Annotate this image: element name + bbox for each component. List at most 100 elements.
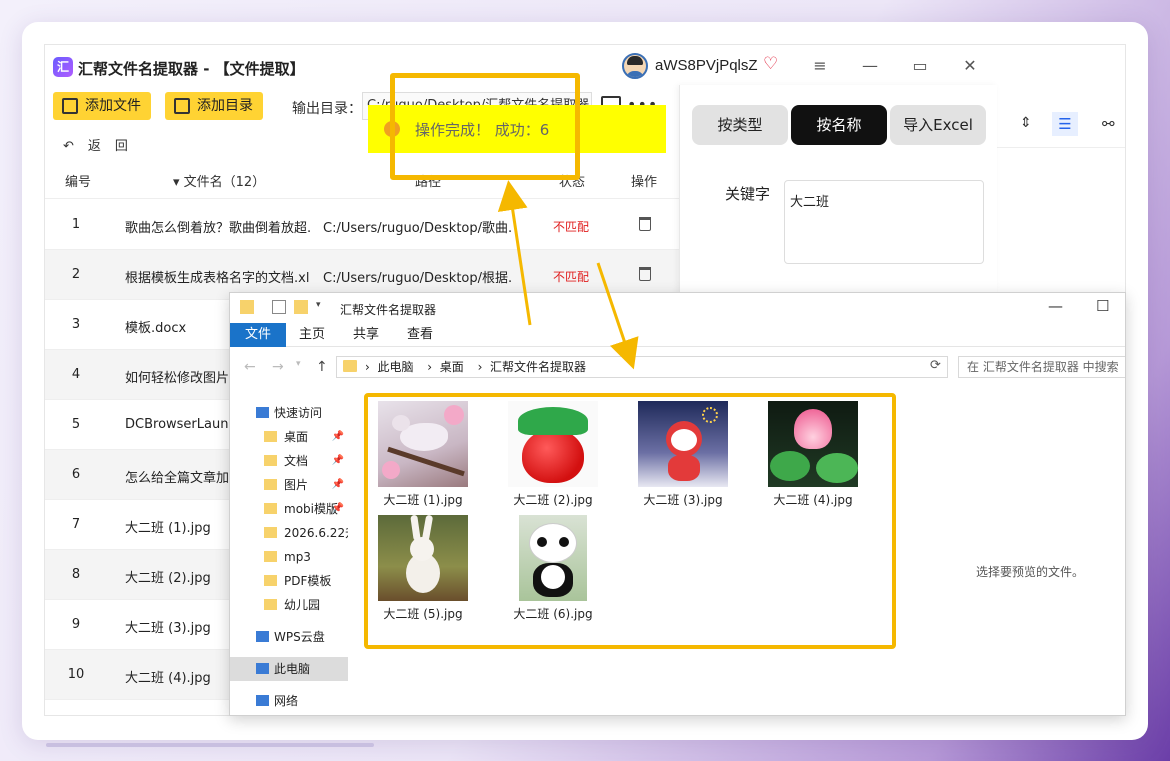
nav-item[interactable]: 此电脑 xyxy=(230,657,348,681)
file-name: 大二班 (2).jpg xyxy=(513,493,593,507)
ribbon: 文件 主页 共享 查看 xyxy=(230,323,1125,347)
address-row: ← → ▾ ↑ › 此电脑 › 桌面 › 汇帮文件名提取器 ⟳ 在 汇帮文件名提… xyxy=(230,353,1125,383)
nav-item[interactable]: 文档 📌 xyxy=(230,449,348,473)
list-view-icon[interactable]: ☰ xyxy=(1052,112,1078,136)
address-segment-desktop[interactable]: 桌面 xyxy=(440,360,464,374)
pin-icon: 📌 xyxy=(331,479,344,490)
row-number: 9 xyxy=(71,617,81,632)
nav-folder-icon xyxy=(256,663,269,674)
row-number: 3 xyxy=(71,317,81,332)
table-row[interactable]: 1 歌曲怎么倒着放？歌曲倒着放超... C:/Users/ruguo/Desktop… xyxy=(45,200,679,250)
file-item[interactable]: 大二班 (3).jpg xyxy=(628,401,738,508)
table-header: 编号 ▾ 文件名（12） 路径 状态 操作 xyxy=(45,157,679,199)
avatar[interactable] xyxy=(622,53,648,79)
quick-access-dropdown-icon[interactable]: ▾ xyxy=(316,300,330,314)
file-item[interactable]: 大二班 (1).jpg xyxy=(368,401,478,508)
delete-icon[interactable] xyxy=(639,217,651,231)
row-status: 不匹配 xyxy=(553,270,590,284)
image-thumbnail xyxy=(378,401,468,487)
file-item[interactable]: 大二班 (5).jpg xyxy=(368,515,478,622)
delete-icon[interactable] xyxy=(639,267,651,281)
preview-pane-text: 选择要预览的文件。 xyxy=(976,565,1085,579)
pin-icon: 📌 xyxy=(331,455,344,466)
nav-item[interactable]: 2026.6.22升 xyxy=(230,521,348,545)
username[interactable]: aWS8PVjPqlsZ xyxy=(655,57,758,74)
nav-item[interactable]: 图片 📌 xyxy=(230,473,348,497)
sort-icon[interactable]: ⇕ xyxy=(1020,115,1032,131)
search-input[interactable]: 在 汇帮文件名提取器 中搜索 xyxy=(958,356,1125,378)
nav-item[interactable]: mobi模版 📌 xyxy=(230,497,348,521)
row-status: 不匹配 xyxy=(553,220,590,234)
keyword-input[interactable]: 大二班 xyxy=(784,180,984,264)
nav-folder-icon xyxy=(264,503,277,514)
add-file-icon xyxy=(62,98,78,114)
file-name: 大二班 (4).jpg xyxy=(773,493,853,507)
nav-item[interactable]: mp3 xyxy=(230,545,348,569)
close-button[interactable]: ✕ xyxy=(955,53,985,79)
address-segment-folder[interactable]: 汇帮文件名提取器 xyxy=(490,360,586,374)
file-item[interactable]: 大二班 (6).jpg xyxy=(498,515,608,622)
new-folder-icon[interactable] xyxy=(294,300,308,314)
explorer-title-bar: ▾ 汇帮文件名提取器 — ☐ xyxy=(230,293,1125,323)
app-title: 汇帮文件名提取器 - 【文件提取】 xyxy=(78,60,305,78)
app-logo-icon: 汇 xyxy=(53,57,73,77)
recent-dropdown-icon[interactable]: ▾ xyxy=(296,359,301,369)
file-item[interactable]: 大二班 (2).jpg xyxy=(498,401,608,508)
highlight-box-toast xyxy=(390,73,580,180)
maximize-button[interactable]: ▭ xyxy=(905,53,935,79)
minimize-button[interactable]: — xyxy=(855,53,885,79)
row-number: 8 xyxy=(71,567,81,582)
address-sep-icon: › xyxy=(365,360,378,374)
navigation-pane: 快速访问桌面📌文档📌图片📌mobi模版📌2026.6.22升mp3PDF模板幼儿… xyxy=(230,393,360,715)
col-action: 操作 xyxy=(631,175,658,190)
nav-item[interactable]: PDF模板 xyxy=(230,569,348,593)
add-dir-button[interactable]: 添加目录 xyxy=(165,92,263,120)
menu-icon[interactable]: ≡ xyxy=(805,53,835,79)
tab-by-name[interactable]: 按名称 xyxy=(791,105,887,145)
row-number: 10 xyxy=(67,667,85,682)
col-name[interactable]: ▾ 文件名（12） xyxy=(173,171,265,190)
ribbon-tab-file[interactable]: 文件 xyxy=(230,323,286,347)
vip-diamond-icon[interactable]: ♡ xyxy=(763,54,778,74)
tab-import-excel[interactable]: 导入Excel xyxy=(890,105,986,145)
refresh-icon[interactable]: ⟳ xyxy=(930,358,941,373)
nav-item-label: 网络 xyxy=(274,694,299,708)
nav-item-label: WPS云盘 xyxy=(274,630,325,644)
address-sep-icon: › xyxy=(427,360,440,374)
back-arrow-icon[interactable]: ← xyxy=(244,359,256,375)
nav-folder-icon xyxy=(256,695,269,706)
ribbon-tab-view[interactable]: 查看 xyxy=(400,323,440,347)
nav-folder-icon xyxy=(264,479,277,490)
nav-item[interactable]: 网络 xyxy=(230,689,348,713)
row-number: 7 xyxy=(71,517,81,532)
link-icon[interactable]: ⚯ xyxy=(1102,115,1115,133)
file-item[interactable]: 大二班 (4).jpg xyxy=(758,401,868,508)
ribbon-tab-share[interactable]: 共享 xyxy=(346,323,386,347)
row-path: C:/Users/ruguo/Desktop/根据... xyxy=(323,271,513,286)
nav-item[interactable]: WPS云盘 xyxy=(230,625,348,649)
explorer-minimize-button[interactable]: — xyxy=(1048,297,1063,315)
add-file-button[interactable]: 添加文件 xyxy=(53,92,151,120)
horizontal-scrollbar[interactable] xyxy=(46,743,374,747)
back-button[interactable]: ↶ 返回 xyxy=(63,135,142,154)
nav-folder-icon xyxy=(264,527,277,538)
col-no: 编号 xyxy=(65,175,92,190)
properties-icon[interactable] xyxy=(272,300,286,314)
row-number: 4 xyxy=(71,367,81,382)
pin-icon: 📌 xyxy=(331,431,344,442)
address-segment-pc[interactable]: 此电脑 xyxy=(377,360,413,374)
nav-folder-icon xyxy=(264,575,277,586)
image-thumbnail xyxy=(378,515,468,601)
nav-item[interactable]: 桌面 📌 xyxy=(230,425,348,449)
up-arrow-icon[interactable]: ↑ xyxy=(316,359,328,375)
tab-by-type[interactable]: 按类型 xyxy=(692,105,788,145)
address-bar[interactable]: › 此电脑 › 桌面 › 汇帮文件名提取器 xyxy=(336,356,948,378)
nav-item[interactable]: 快速访问 xyxy=(230,401,348,425)
title-bar: 汇 汇帮文件名提取器 - 【文件提取】 aWS8PVjPqlsZ ♡ ≡ — ▭… xyxy=(45,45,1125,89)
add-file-label: 添加文件 xyxy=(85,98,141,114)
nav-item[interactable]: 幼儿园 xyxy=(230,593,348,617)
forward-arrow-icon[interactable]: → xyxy=(272,359,284,375)
explorer-maximize-button[interactable]: ☐ xyxy=(1096,297,1109,315)
ribbon-tab-home[interactable]: 主页 xyxy=(292,323,332,347)
row-number: 5 xyxy=(71,417,81,432)
